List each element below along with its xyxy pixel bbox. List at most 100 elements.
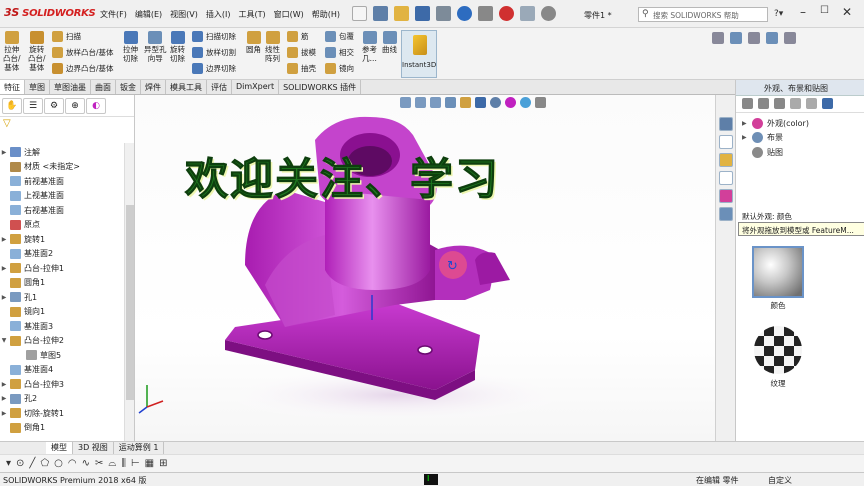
display-icon[interactable] [748,32,760,44]
rebuild-icon[interactable] [499,6,514,21]
file-properties-icon[interactable] [520,6,535,21]
tree-node[interactable]: 上视基准面 [0,189,124,204]
fillet-button[interactable]: 圆角 [246,31,261,54]
dropdown-icon[interactable]: ▾ [6,458,11,469]
tree-node[interactable]: 原点 [0,218,124,233]
menu-item[interactable]: 编辑(E) [135,9,162,20]
tree-node[interactable]: ▼ 凸台-拉伸2 [0,334,124,349]
appearances-icon[interactable] [719,189,733,203]
hole-wizard-button[interactable]: 异型孔 向导 [144,31,167,63]
tab-9[interactable]: SOLIDWORKS 插件 [279,80,362,94]
point-icon[interactable]: ⊙ [16,458,24,469]
tab-6[interactable]: 模具工具 [166,80,207,94]
tab-8[interactable]: DimXpert [232,80,280,94]
tree-node[interactable]: ▶ 孔2 [0,392,124,407]
menu-item[interactable]: 插入(I) [206,9,231,20]
filter-icon[interactable]: ▽ [0,117,134,131]
color-swatch[interactable] [752,246,804,298]
tab-2[interactable]: 草图油墨 [50,80,91,94]
revolve-cut-button[interactable]: 旋转 切除 [170,31,185,63]
solidworks-logo[interactable]: 3S SOLIDWORKS [4,6,96,19]
extrude-cut-button[interactable]: 拉伸 切除 [123,31,138,63]
expand-toggle-icon[interactable]: ▶ [0,149,8,156]
expand-toggle-icon[interactable]: ▶ [0,265,8,272]
menu-item[interactable]: 文件(F) [100,9,127,20]
zoom-to-fit-icon[interactable] [400,97,411,108]
help-search-input[interactable]: ⚲ 搜索 SOLIDWORKS 帮助 [638,7,768,22]
grid-icon[interactable]: ▦ [145,458,154,469]
expand-toggle-icon[interactable]: ▼ [0,337,8,344]
undo-icon[interactable] [457,6,472,21]
zoom-area-icon[interactable] [415,97,426,108]
tree-node[interactable]: 基准面3 [0,319,124,334]
tab-1[interactable]: 草图 [25,80,50,94]
tree-node[interactable]: 右视基准面 [0,203,124,218]
dynamic-annotation-icon[interactable] [460,97,471,108]
loft-button[interactable]: 放样凸台/基体 [52,47,114,58]
menu-item[interactable]: 工具(T) [238,9,265,20]
file-explorer-icon[interactable] [719,153,733,167]
line-icon[interactable]: ╱ [29,458,35,469]
rib-button[interactable]: 筋 [287,31,309,42]
boundary-cut-button[interactable]: 边界切除 [192,63,236,74]
configuration-manager-icon[interactable]: ⚙ [44,98,64,114]
bottom-tab-0[interactable]: 模型 [46,442,73,454]
view-settings-icon[interactable] [535,97,546,108]
tree-node[interactable]: ▶ 孔1 [0,290,124,305]
menu-item[interactable]: 窗口(W) [274,9,304,20]
add-folder-icon[interactable] [790,98,801,109]
expand-toggle-icon[interactable]: ▶ [0,381,8,388]
tree-node[interactable]: 前视基准面 [0,174,124,189]
previous-view-icon[interactable] [430,97,441,108]
view-orientation-icon[interactable] [475,97,486,108]
tree-node[interactable]: 材质 <未指定> [0,160,124,175]
select-arrow-icon[interactable] [478,6,493,21]
appearance-tree-node[interactable]: ▶ 布景 [742,131,864,146]
bottom-tab-1[interactable]: 3D 视图 [73,442,114,454]
draft-button[interactable]: 拔模 [287,47,316,58]
instant3d-button[interactable]: Instant3D [401,30,437,78]
tree-node[interactable]: ▶ 凸台-拉伸1 [0,261,124,276]
up-icon[interactable] [774,98,785,109]
curves-button[interactable]: 曲线 [382,31,397,54]
custom-properties-icon[interactable] [719,207,733,221]
mirror-entities-icon[interactable]: ⫼ [121,458,126,469]
tree-node[interactable]: 镜向1 [0,305,124,320]
home-icon[interactable] [373,6,388,21]
help-question-icon[interactable]: ?▾ [774,9,783,19]
expand-toggle-icon[interactable]: ▶ [742,134,752,141]
graphics-area[interactable]: ↻ 欢迎关注、学习 [135,95,715,441]
maximize-button[interactable]: ☐ [820,5,829,16]
view-icon[interactable] [730,32,742,44]
tree-node[interactable]: 圆角1 [0,276,124,291]
offset-icon[interactable]: ⌓ [108,458,116,469]
print-icon[interactable] [436,6,451,21]
close-button[interactable]: ✕ [842,5,852,19]
feature-manager-icon[interactable]: ✋ [2,98,22,114]
menu-item[interactable]: 视图(V) [170,9,198,20]
bottom-tab-2[interactable]: 运动算例 1 [114,442,165,454]
tree-node[interactable]: 基准面4 [0,363,124,378]
loft-cut-button[interactable]: 放样切割 [192,47,236,58]
display-manager-icon[interactable]: ◐ [86,98,106,114]
save-icon[interactable] [415,6,430,21]
tree-node[interactable]: 倒角1 [0,421,124,436]
intersect-button[interactable]: 相交 [325,47,354,58]
boundary-boss-button[interactable]: 边界凸台/基体 [52,63,114,74]
menu-item[interactable]: 帮助(H) [312,9,340,20]
tab-0[interactable]: 特征 [0,80,25,94]
forward-icon[interactable] [758,98,769,109]
back-icon[interactable] [742,98,753,109]
property-manager-icon[interactable]: ☰ [23,98,43,114]
tab-5[interactable]: 焊件 [141,80,166,94]
reference-geometry-button[interactable]: 参考 几... [362,31,377,63]
tree-node[interactable]: ▶ 旋转1 [0,232,124,247]
expand-toggle-icon[interactable]: ▶ [742,120,752,127]
dimxpert-manager-icon[interactable]: ⊕ [65,98,85,114]
tree-scrollbar[interactable] [124,143,134,453]
tree-node[interactable]: ▶ 切除-旋转1 [0,406,124,421]
scrollbar-thumb[interactable] [126,205,134,400]
polygon-icon[interactable]: ⬠ [40,458,49,469]
expand-toggle-icon[interactable]: ▶ [0,395,8,402]
command-prompt-icon[interactable]: I [424,474,438,485]
